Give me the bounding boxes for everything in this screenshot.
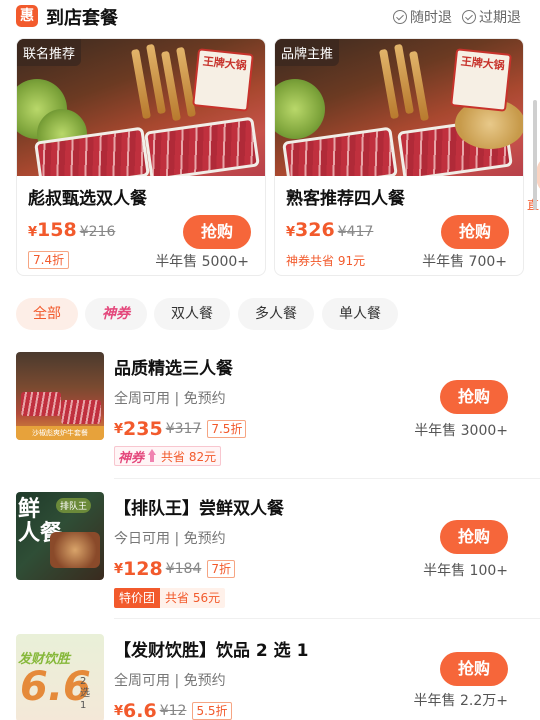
check-circle-icon	[393, 10, 407, 24]
restaurant-sign: 王牌大锅	[192, 48, 254, 112]
buy-button[interactable]: 抢购	[440, 652, 508, 686]
restaurant-sign: 王牌大锅	[450, 48, 512, 112]
arrow-up-icon	[147, 449, 157, 463]
deal-availability: 今日可用 | 免预约	[114, 531, 226, 547]
filter-single-person[interactable]: 单人餐	[322, 298, 398, 330]
original-price: ¥317	[165, 421, 202, 437]
guarantee-refund-expired: 过期退	[462, 7, 521, 27]
original-price: ¥216	[79, 224, 116, 240]
discount-badge: 7.4折	[28, 251, 70, 269]
featured-deal-card[interactable]: 王牌大锅 联名推荐 彪叔甄选双人餐 ¥ 158 ¥216 抢购 7.4折 半年售…	[16, 38, 266, 276]
discount-badge: 5.5折	[192, 702, 232, 720]
featured-deal-card[interactable]: 王牌大锅 品牌主推 熟客推荐四人餐 ¥ 326 ¥417 抢购 神券共省 91元…	[274, 38, 524, 276]
price-row: ¥ 158 ¥216	[28, 219, 115, 241]
buy-button[interactable]: 抢购	[440, 380, 508, 414]
current-price: 158	[37, 219, 77, 241]
guarantee-label: 过期退	[479, 10, 521, 26]
deal-name: 彪叔甄选双人餐	[28, 189, 147, 209]
special-deal-label: 特价团	[114, 588, 161, 608]
card-tag: 联名推荐	[17, 39, 82, 66]
price-row: ¥ 235 ¥317 7.5折	[114, 418, 247, 440]
guarantee-label: 随时退	[410, 10, 452, 26]
filter-all[interactable]: 全部	[16, 298, 78, 330]
section-title: 到店套餐	[46, 8, 118, 29]
deal-availability: 全周可用 | 免预约	[114, 673, 226, 689]
current-price: 128	[123, 558, 163, 580]
divider	[114, 618, 540, 619]
sold-count: 半年售 700+	[422, 254, 507, 270]
sold-count: 半年售 5000+	[155, 254, 249, 270]
current-price: 326	[295, 219, 335, 241]
deal-list-item[interactable]: 沙椒彪爽炉牛套餐 品质精选三人餐 全周可用 | 免预约 ¥ 235 ¥317 7…	[0, 352, 540, 479]
special-deal-tag: 特价团 共省 56元	[114, 588, 226, 608]
savings-text: 共省 82元	[161, 449, 217, 464]
sold-count: 半年售 3000+	[414, 423, 508, 439]
currency-symbol: ¥	[114, 561, 124, 577]
buy-button[interactable]: 抢购	[441, 215, 509, 249]
coupon-brand: 神券	[118, 450, 145, 466]
currency-symbol: ¥	[114, 421, 124, 437]
thumbnail-side: 2选1	[80, 676, 90, 711]
card-tag: 品牌主推	[275, 39, 340, 66]
coupon-promo-tag: 神券 共省 82元	[114, 446, 222, 466]
deal-availability: 全周可用 | 免预约	[114, 391, 226, 407]
check-circle-icon	[462, 10, 476, 24]
filter-two-person[interactable]: 双人餐	[154, 298, 230, 330]
sold-count: 半年售 2.2万+	[413, 693, 508, 709]
savings-text: 神券共省 91元	[286, 254, 366, 268]
thumbnail-label: 排队王	[56, 498, 92, 513]
filter-multi-person[interactable]: 多人餐	[238, 298, 314, 330]
savings-text: 共省 56元	[160, 588, 226, 608]
deal-thumbnail: 沙椒彪爽炉牛套餐	[16, 352, 104, 440]
original-price: ¥12	[159, 703, 187, 719]
deal-name: 熟客推荐四人餐	[286, 189, 405, 209]
current-price: 235	[123, 418, 163, 440]
current-price: 6.6	[123, 700, 157, 720]
buy-button[interactable]: 抢购	[183, 215, 251, 249]
filter-coupon[interactable]: 神券	[85, 298, 147, 330]
price-row: ¥ 326 ¥417	[286, 219, 373, 241]
deal-thumbnail: 鲜 人餐 排队王	[16, 492, 104, 580]
price-row: ¥ 128 ¥184 7折	[114, 558, 235, 580]
deal-title: 【排队王】尝鲜双人餐	[114, 499, 284, 519]
discount-badge: 7折	[207, 560, 235, 578]
currency-symbol: ¥	[114, 703, 124, 719]
divider	[114, 478, 540, 479]
original-price: ¥184	[165, 561, 202, 577]
original-price: ¥417	[337, 224, 374, 240]
currency-symbol: ¥	[286, 225, 296, 240]
scrollbar[interactable]	[533, 100, 537, 210]
buy-button[interactable]: 抢购	[440, 520, 508, 554]
thumbnail-caption: 沙椒彪爽炉牛套餐	[16, 426, 104, 440]
deal-list-item[interactable]: 鲜 人餐 排队王 【排队王】尝鲜双人餐 今日可用 | 免预约 ¥ 128 ¥18…	[0, 492, 540, 619]
price-row: ¥ 6.6 ¥12 5.5折	[114, 700, 232, 720]
section-header: 惠 到店套餐 随时退 过期退	[0, 0, 540, 34]
discount-badge-icon: 惠	[16, 5, 38, 27]
currency-symbol: ¥	[28, 225, 38, 240]
sold-count: 半年售 100+	[423, 563, 508, 579]
guarantee-refund-anytime: 随时退	[393, 7, 452, 27]
deal-list-item[interactable]: 发财饮胜 6.6 2选1 【发财饮胜】饮品 2 选 1 全周可用 | 免预约 ¥…	[0, 634, 540, 720]
deal-thumbnail: 发财饮胜 6.6 2选1	[16, 634, 104, 720]
deal-title: 品质精选三人餐	[114, 359, 233, 379]
deal-title: 【发财饮胜】饮品 2 选 1	[114, 641, 309, 661]
discount-badge: 7.5折	[207, 420, 247, 438]
